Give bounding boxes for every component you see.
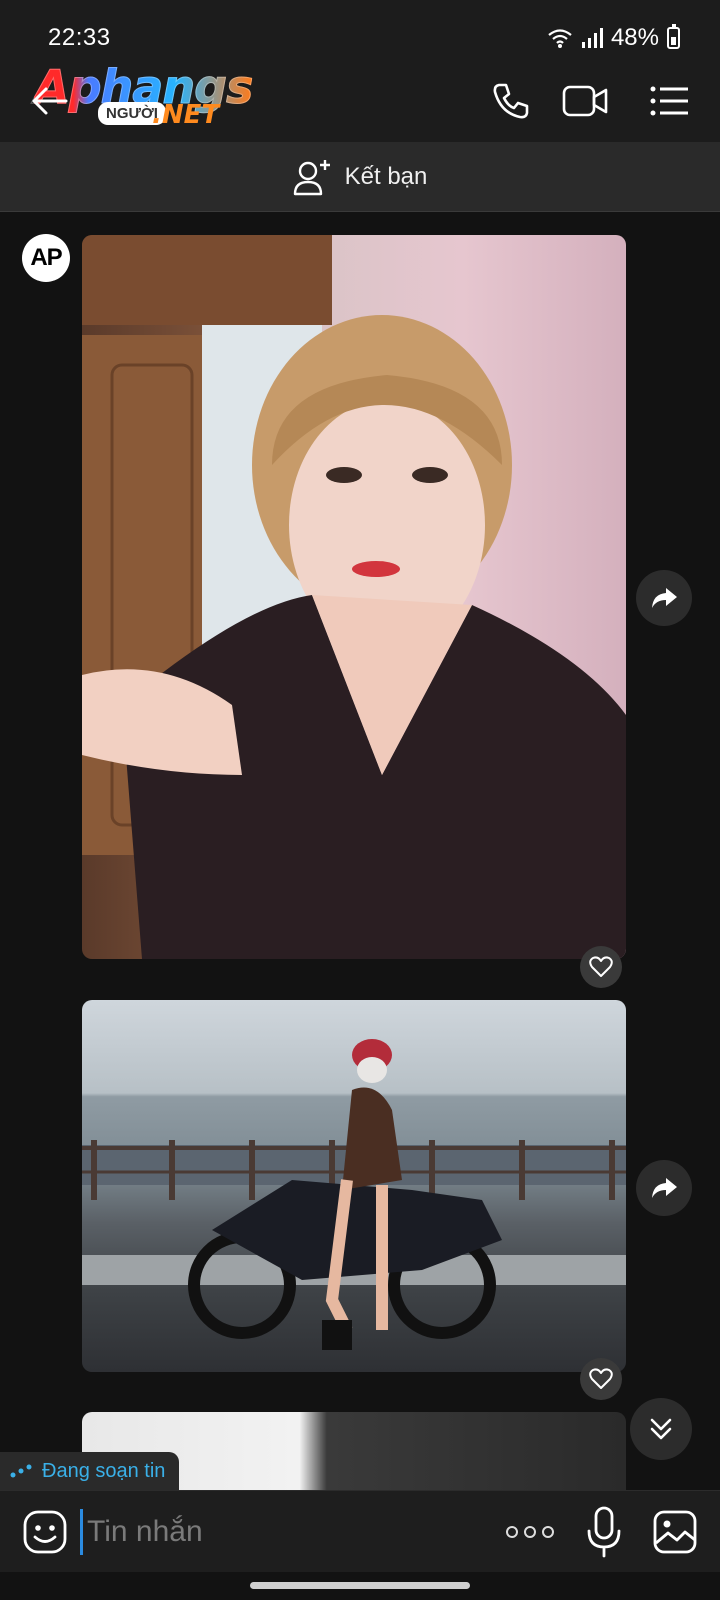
sender-avatar[interactable]: AP [22, 234, 70, 282]
phone-icon [493, 83, 529, 119]
battery-icon [667, 24, 680, 49]
photo-content [82, 1039, 626, 1350]
react-button-2[interactable] [580, 1358, 622, 1400]
options-menu-button[interactable] [644, 76, 694, 126]
dot-icon [506, 1526, 518, 1538]
logo-net-text: .NET [152, 100, 220, 130]
react-button-1[interactable] [580, 946, 622, 988]
forward-button-2[interactable] [636, 1160, 692, 1216]
dot-icon [524, 1526, 536, 1538]
video-call-icon [562, 85, 608, 117]
scroll-to-bottom-button[interactable] [630, 1398, 692, 1460]
message-composer [0, 1490, 720, 1572]
sticker-emoji-icon[interactable] [22, 1509, 68, 1555]
dot-icon [542, 1526, 554, 1538]
call-button[interactable] [486, 76, 536, 126]
typing-indicator: Đang soạn tin [0, 1452, 180, 1490]
forward-icon [652, 588, 677, 608]
wifi-icon [548, 29, 572, 48]
add-friend-icon [293, 159, 330, 195]
forward-button-1[interactable] [636, 570, 692, 626]
forward-icon [652, 1178, 677, 1198]
home-indicator[interactable] [250, 1582, 470, 1589]
microphone-icon[interactable] [584, 1505, 624, 1559]
heart-icon [589, 1368, 613, 1389]
message-input[interactable] [80, 1509, 480, 1555]
photo-message-1[interactable] [82, 235, 626, 959]
more-options-button[interactable] [506, 1511, 554, 1553]
photo-content [82, 235, 626, 959]
battery-percent: 48% [610, 24, 659, 51]
typing-dots-icon [10, 1464, 32, 1478]
photo-message-2[interactable] [82, 1000, 626, 1372]
chat-header: Aphangs NGƯỜI .NET [0, 58, 720, 142]
menu-list-icon [650, 86, 688, 116]
back-arrow-icon[interactable] [28, 84, 68, 118]
status-indicators: 48% [547, 24, 680, 52]
status-time: 22:33 [48, 24, 111, 51]
status-bar: 22:33 48% [0, 0, 720, 58]
heart-icon [589, 956, 613, 977]
typing-text: Đang soạn tin [42, 1459, 166, 1482]
image-gallery-icon[interactable] [652, 1509, 698, 1555]
signal-icon [581, 28, 603, 48]
add-friend-button[interactable]: Kết bạn [0, 142, 720, 212]
double-chevron-down-icon [650, 1418, 672, 1440]
add-friend-label: Kết bạn [344, 162, 428, 190]
system-navigation-bar [0, 1572, 720, 1600]
video-call-button[interactable] [560, 76, 610, 126]
